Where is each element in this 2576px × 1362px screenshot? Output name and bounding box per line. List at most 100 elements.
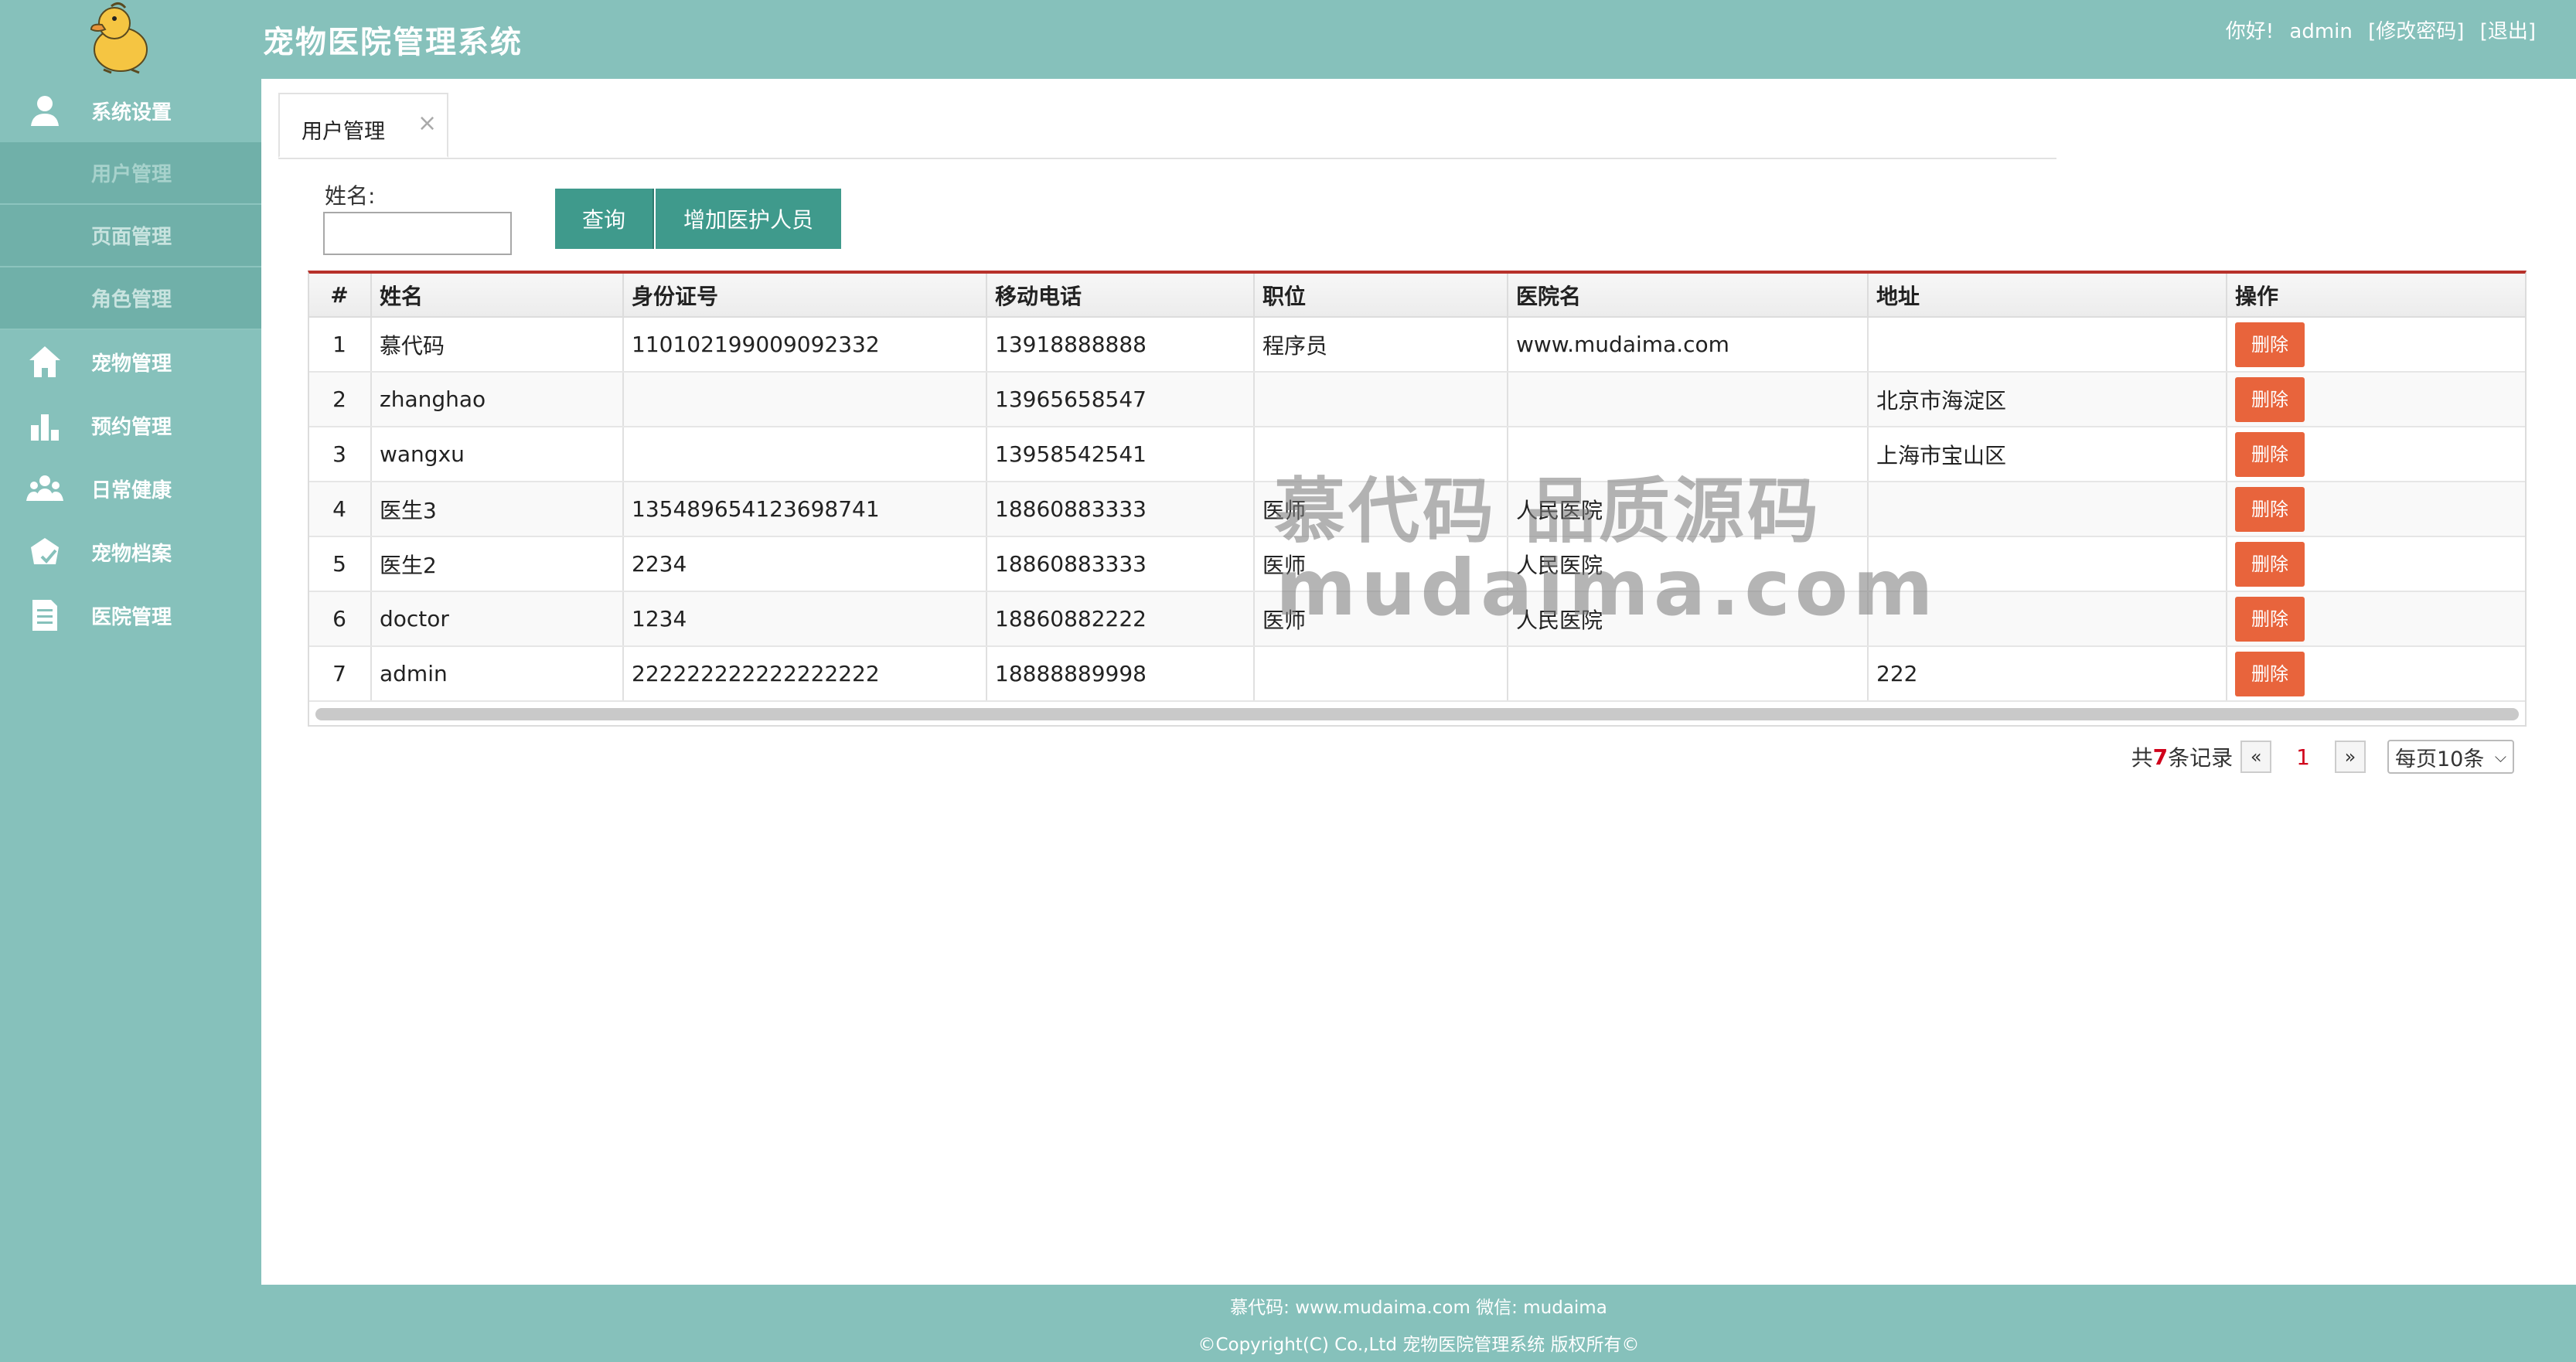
row-index: 2 [309, 372, 372, 427]
main-content: 用户管理 × 姓名: 查询 增加医护人员 # 姓名 身份证号 移动电话 职位 医… [261, 79, 2576, 1285]
delete-button[interactable]: 删除 [2235, 376, 2305, 422]
page-size-value: 每页10条 [2395, 747, 2485, 771]
column-header-action: 操作 [2227, 274, 2525, 318]
record-count-prefix: 共 [2131, 745, 2153, 771]
table-row: 1 慕代码 110102199009092332 13918888888 程序员 www.… [309, 317, 2525, 373]
column-header-address: 地址 [1868, 274, 2227, 318]
table-row: 2 zhanghao 13965658547 北京市海淀区 删除 [309, 372, 2525, 427]
sidebar: 系统设置 用户管理 页面管理 角色管理 宠物管理 预约管理 日常健康 宠物档案 … [0, 79, 261, 1285]
cell-name: doctor [371, 591, 624, 647]
sidebar-item-appointment-management[interactable]: 预约管理 [0, 393, 261, 457]
sidebar-item-daily-health[interactable]: 日常健康 [0, 457, 261, 520]
cell-address: 222 [1868, 646, 2227, 702]
delete-button[interactable]: 删除 [2235, 486, 2305, 532]
row-index: 3 [309, 427, 372, 482]
cell-name: zhanghao [371, 372, 624, 427]
group-icon [26, 475, 63, 501]
row-index: 1 [309, 317, 372, 373]
cell-phone: 18860882222 [986, 591, 1255, 647]
column-header-index: # [309, 274, 372, 318]
column-header-phone: 移动电话 [986, 274, 1255, 318]
cell-action: 删除 [2227, 317, 2525, 373]
sidebar-item-hospital-management[interactable]: 医院管理 [0, 584, 261, 647]
sidebar-item-label: 宠物管理 [91, 352, 172, 376]
tab-bar: 用户管理 × [278, 93, 2056, 159]
tab-user-management[interactable]: 用户管理 × [278, 93, 448, 158]
sidebar-item-label: 预约管理 [91, 415, 172, 439]
column-header-position: 职位 [1254, 274, 1508, 318]
cell-hospital [1508, 646, 1869, 702]
sidebar-item-pet-management[interactable]: 宠物管理 [0, 330, 261, 393]
column-header-id-card: 身份证号 [623, 274, 987, 318]
delete-button[interactable]: 删除 [2235, 431, 2305, 477]
close-icon[interactable]: × [417, 110, 437, 137]
sidebar-item-label: 日常健康 [91, 478, 172, 502]
cell-id-card [623, 427, 987, 482]
logout-link[interactable]: [退出] [2480, 20, 2536, 43]
change-password-link[interactable]: [修改密码] [2368, 20, 2464, 43]
table-header-row: # 姓名 身份证号 移动电话 职位 医院名 地址 操作 [309, 274, 2525, 318]
watermark-line2: mudaima.com [1276, 543, 1938, 633]
sidebar-subitem-page-management[interactable]: 页面管理 [0, 205, 261, 267]
record-count-suffix: 条记录 [2168, 745, 2234, 771]
cell-position [1254, 372, 1508, 427]
cell-hospital: www.mudaima.com [1508, 317, 1869, 373]
sidebar-item-system-settings[interactable]: 系统设置 [0, 79, 261, 142]
watermark-line1: 慕代码 品质源码 [1274, 470, 1822, 553]
cell-action: 删除 [2227, 482, 2525, 537]
name-label: 姓名: [325, 183, 376, 209]
table-row: 7 admin 222222222222222222 18888889998 222 删除 [309, 646, 2525, 702]
cell-name: admin [371, 646, 624, 702]
delete-button[interactable]: 删除 [2235, 596, 2305, 642]
sidebar-item-label: 医院管理 [91, 605, 172, 629]
cell-id-card: 222222222222222222 [623, 646, 987, 702]
sidebar-item-pet-archives[interactable]: 宠物档案 [0, 520, 261, 584]
header: 宠物医院管理系统 你好! admin [修改密码] [退出] [0, 0, 2576, 79]
duck-logo-icon [90, 2, 148, 74]
row-index: 7 [309, 646, 372, 702]
cell-id-card: 110102199009092332 [623, 317, 987, 373]
cell-action: 删除 [2227, 591, 2525, 647]
document-icon [32, 600, 57, 631]
footer: 慕代码: www.mudaima.com 微信: mudaima ©Copyri… [261, 1285, 2576, 1362]
row-index: 5 [309, 536, 372, 592]
cell-name: 医生3 [371, 482, 624, 537]
cell-hospital [1508, 372, 1869, 427]
next-page-button[interactable]: » [2335, 741, 2366, 773]
add-medical-staff-button[interactable]: 增加医护人员 [656, 189, 841, 249]
cell-name: wangxu [371, 427, 624, 482]
bar-chart-icon [31, 414, 59, 441]
cell-address [1868, 317, 2227, 373]
footer-copyright: ©Copyright(C) Co.,Ltd 宠物医院管理系统 版权所有© [1198, 1335, 1640, 1355]
cell-name: 医生2 [371, 536, 624, 592]
query-button[interactable]: 查询 [555, 189, 654, 249]
cell-id-card: 2234 [623, 536, 987, 592]
cell-id-card: 135489654123698741 [623, 482, 987, 537]
delete-button[interactable]: 删除 [2235, 322, 2305, 367]
cell-address [1868, 482, 2227, 537]
sidebar-subitem-role-management[interactable]: 角色管理 [0, 267, 261, 330]
horizontal-scrollbar[interactable] [315, 708, 2519, 720]
app-title: 宠物医院管理系统 [263, 25, 523, 60]
page-size-select[interactable]: 每页10条 ⌵ [2387, 740, 2514, 774]
cell-address: 上海市宝山区 [1868, 427, 2227, 482]
sidebar-item-label: 系统设置 [91, 100, 172, 124]
cell-name: 慕代码 [371, 317, 624, 373]
cell-action: 删除 [2227, 646, 2525, 702]
cell-position [1254, 646, 1508, 702]
cell-phone: 18860883333 [986, 536, 1255, 592]
delete-button[interactable]: 删除 [2235, 541, 2305, 587]
home-icon [29, 346, 60, 377]
cell-id-card: 1234 [623, 591, 987, 647]
chevron-down-icon: ⌵ [2494, 747, 2506, 766]
column-header-hospital: 医院名 [1508, 274, 1869, 318]
delete-button[interactable]: 删除 [2235, 651, 2305, 696]
user-icon [31, 96, 59, 126]
current-page[interactable]: 1 [2296, 744, 2310, 770]
cell-address: 北京市海淀区 [1868, 372, 2227, 427]
name-input[interactable] [323, 212, 512, 255]
cell-phone: 18860883333 [986, 482, 1255, 537]
sidebar-subitem-user-management[interactable]: 用户管理 [0, 142, 261, 205]
prev-page-button[interactable]: « [2240, 741, 2272, 773]
cell-action: 删除 [2227, 372, 2525, 427]
